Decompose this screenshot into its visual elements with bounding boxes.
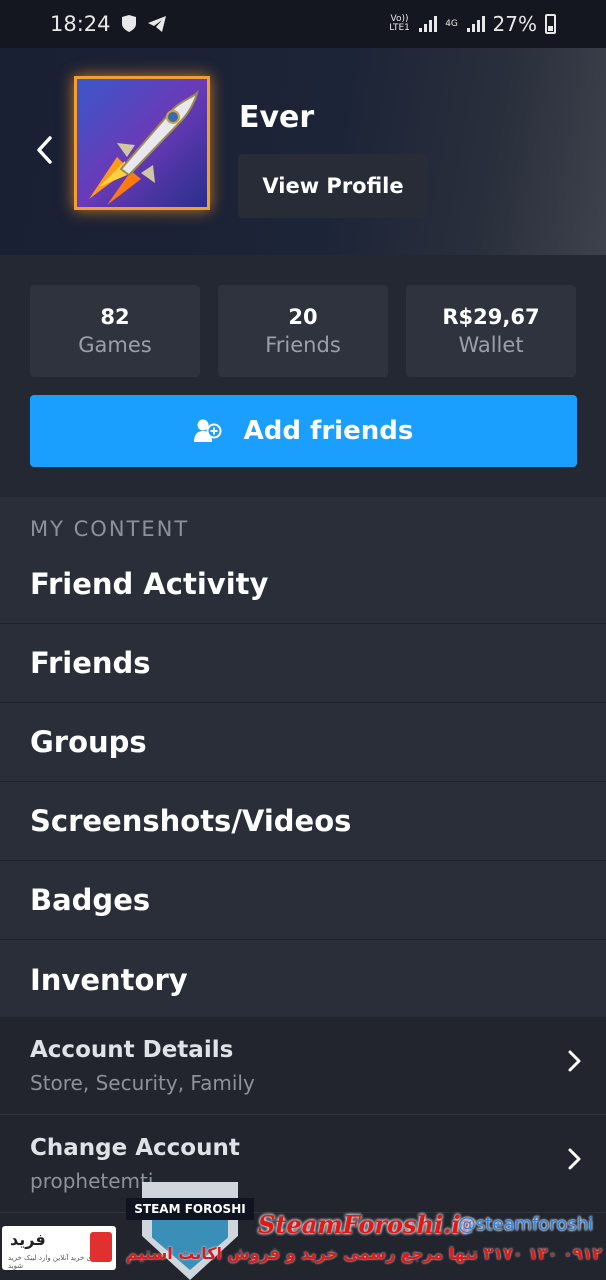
- menu-item-badges[interactable]: Badges: [0, 861, 606, 940]
- add-friends-label: Add friends: [243, 416, 414, 446]
- network-4g-label: 4G: [445, 18, 458, 29]
- menu-item-friends[interactable]: Friends: [0, 624, 606, 703]
- signal-icon-2: [466, 16, 485, 32]
- signal-icon: [418, 16, 437, 32]
- stat-wallet[interactable]: R$29,67 Wallet: [406, 285, 576, 377]
- my-content-section: MY CONTENT Friend Activity Friends Group…: [0, 497, 606, 1017]
- profile-header: Ever View Profile: [0, 48, 606, 255]
- network-lte-label: Vo)) LTE1: [389, 14, 410, 33]
- battery-percent: 27%: [492, 12, 537, 36]
- account-details-row[interactable]: Account Details Store, Security, Family: [0, 1017, 606, 1115]
- row-subtitle: prophetemti: [30, 1169, 154, 1193]
- menu-item-screenshots-videos[interactable]: Screenshots/Videos: [0, 782, 606, 861]
- battery-icon: [545, 14, 556, 34]
- status-bar: 18:24 Vo)) LTE1 4G 27%: [0, 0, 606, 48]
- stat-value: 82: [100, 305, 130, 329]
- add-friends-button[interactable]: Add friends: [30, 395, 577, 467]
- clock: 18:24: [50, 12, 111, 36]
- back-arrow-icon[interactable]: [30, 130, 60, 170]
- row-subtitle: Store, Security, Family: [30, 1071, 255, 1095]
- stat-friends[interactable]: 20 Friends: [218, 285, 388, 377]
- section-title: MY CONTENT: [30, 517, 190, 541]
- add-user-icon: [193, 419, 222, 442]
- rocket-icon: [89, 89, 199, 205]
- row-title: Account Details: [30, 1037, 234, 1063]
- telegram-icon: [147, 16, 166, 32]
- stat-label: Games: [78, 333, 152, 357]
- menu-item-inventory[interactable]: Inventory: [0, 940, 606, 1019]
- stat-games[interactable]: 82 Games: [30, 285, 200, 377]
- stat-label: Wallet: [458, 333, 524, 357]
- username: Ever: [239, 100, 315, 135]
- stat-value: R$29,67: [442, 305, 540, 329]
- menu-item-groups[interactable]: Groups: [0, 703, 606, 782]
- chevron-right-icon: [568, 1148, 581, 1170]
- avatar[interactable]: [74, 76, 210, 210]
- stat-label: Friends: [265, 333, 341, 357]
- chevron-right-icon: [568, 1050, 581, 1072]
- shield-icon: [121, 15, 136, 32]
- view-profile-button[interactable]: View Profile: [238, 154, 428, 218]
- row-title: Change Account: [30, 1135, 240, 1161]
- stat-value: 20: [288, 305, 318, 329]
- menu-item-friend-activity[interactable]: Friend Activity: [0, 545, 606, 624]
- account-section: Account Details Store, Security, Family …: [0, 1017, 606, 1280]
- stats-panel: 82 Games 20 Friends R$29,67 Wallet Add f…: [0, 255, 606, 497]
- change-account-row[interactable]: Change Account prophetemti: [0, 1115, 606, 1213]
